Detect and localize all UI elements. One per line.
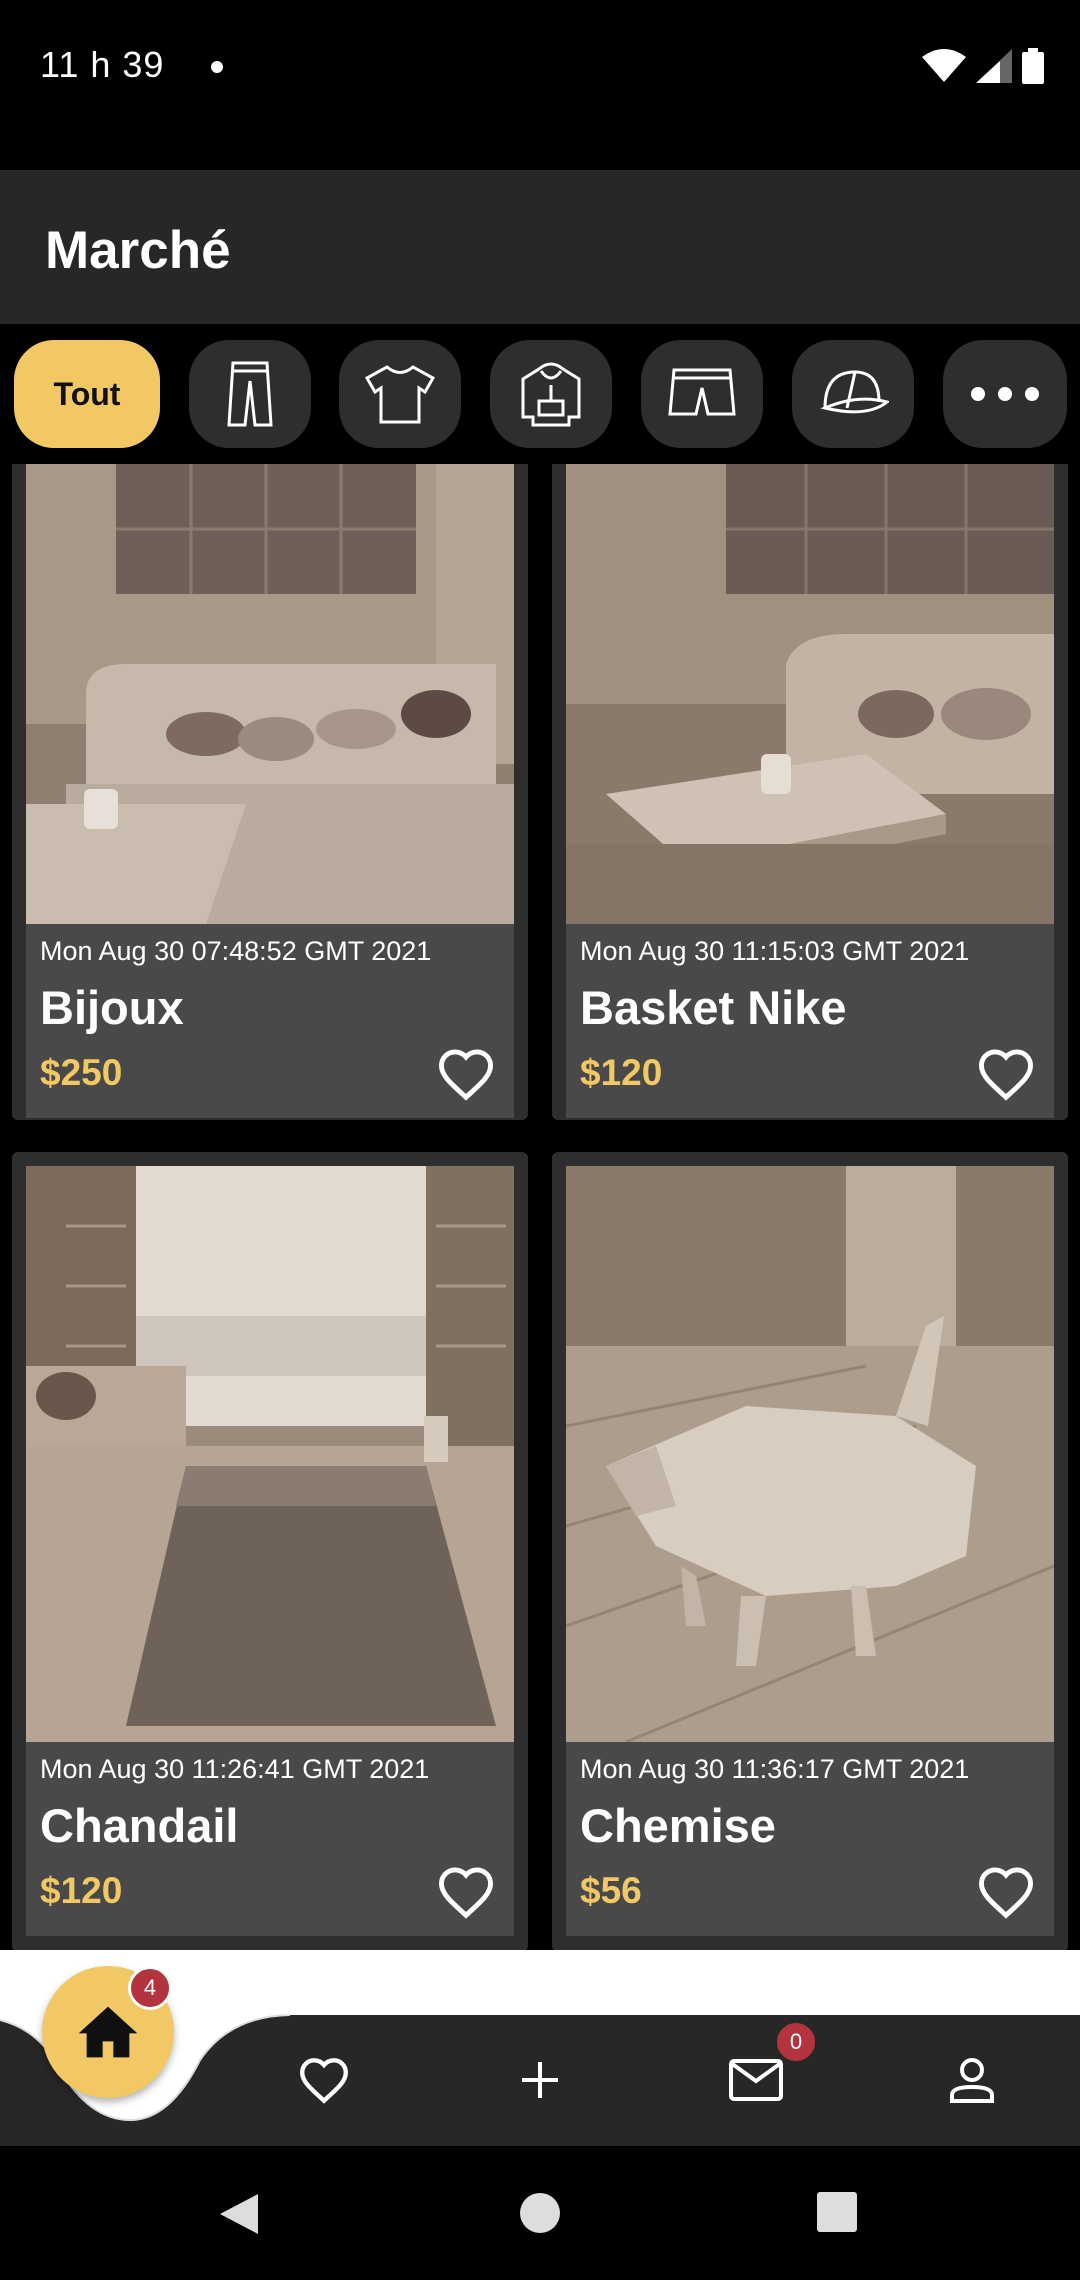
favorite-button[interactable] [974, 1860, 1038, 1924]
hoodie-icon [521, 362, 581, 427]
tshirt-icon [365, 365, 435, 424]
chip-shorts[interactable] [641, 340, 763, 448]
shorts-icon [668, 368, 736, 416]
product-price: $250 [40, 1052, 123, 1093]
heart-outline-icon [438, 1049, 494, 1101]
page-title: Marché [45, 221, 231, 280]
pants-icon [227, 361, 273, 427]
product-card[interactable]: Mon Aug 30 07:48:52 GMT 2021 Bijoux $250 [12, 464, 528, 1120]
more-icon [971, 387, 1039, 401]
chip-tshirt[interactable] [339, 340, 461, 448]
product-name: Basket Nike [580, 981, 847, 1034]
notification-dot-icon [211, 61, 223, 73]
status-time: 11 h 39 [40, 44, 165, 85]
product-price: $120 [580, 1052, 663, 1093]
back-icon[interactable] [218, 2192, 260, 2236]
product-date: Mon Aug 30 07:48:52 GMT 2021 [40, 936, 432, 966]
home-button[interactable]: 4 [42, 1966, 174, 2098]
product-card[interactable]: Mon Aug 30 11:26:41 GMT 2021 Chandail $1… [12, 1152, 528, 1950]
chip-all-label: Tout [53, 375, 121, 412]
product-date: Mon Aug 30 11:15:03 GMT 2021 [580, 936, 970, 966]
product-name: Bijoux [40, 981, 184, 1034]
home-icon [78, 2006, 138, 2058]
product-date: Mon Aug 30 11:36:17 GMT 2021 [580, 1754, 970, 1784]
product-price: $56 [580, 1870, 642, 1911]
category-chips: Tout [0, 324, 1080, 464]
chip-more[interactable] [943, 340, 1067, 448]
heart-outline-icon [438, 1867, 494, 1919]
product-card[interactable]: Mon Aug 30 11:36:17 GMT 2021 Chemise $56 [552, 1152, 1068, 1950]
product-info: Mon Aug 30 11:15:03 GMT 2021 Basket Nike… [566, 924, 1054, 1118]
system-nav-bar [0, 2146, 1080, 2280]
product-image [26, 1166, 514, 1742]
product-grid: Mon Aug 30 07:48:52 GMT 2021 Bijoux $250 [0, 464, 1080, 1950]
plus-icon [522, 2062, 558, 2098]
product-date: Mon Aug 30 11:26:41 GMT 2021 [40, 1754, 430, 1784]
person-icon [950, 2058, 994, 2103]
heart-outline-icon [978, 1049, 1034, 1101]
app-bar: Marché [0, 170, 1080, 324]
product-info: Mon Aug 30 11:36:17 GMT 2021 Chemise $56 [566, 1742, 1054, 1936]
chip-pants[interactable] [189, 340, 311, 448]
product-card[interactable]: Mon Aug 30 11:15:03 GMT 2021 Basket Nike… [552, 464, 1068, 1120]
home-nav-icon[interactable] [519, 2192, 561, 2234]
favorite-button[interactable] [434, 1860, 498, 1924]
battery-icon [1022, 48, 1044, 84]
recents-icon[interactable] [817, 2192, 857, 2232]
product-info: Mon Aug 30 11:26:41 GMT 2021 Chandail $1… [26, 1742, 514, 1936]
product-name: Chandail [40, 1799, 239, 1852]
cap-icon [820, 370, 889, 414]
nav-messages[interactable]: 0 [716, 2020, 818, 2120]
chip-hoodie[interactable] [490, 340, 612, 448]
nav-add[interactable] [500, 2040, 580, 2120]
product-image [566, 1166, 1054, 1742]
messages-badge: 0 [774, 2020, 818, 2064]
heart-outline-icon [299, 2058, 349, 2104]
status-icons [922, 48, 1044, 84]
heart-outline-icon [978, 1867, 1034, 1919]
product-image [26, 464, 514, 924]
favorite-button[interactable] [974, 1042, 1038, 1106]
home-badge: 4 [128, 1966, 172, 2010]
nav-favorites[interactable] [284, 2040, 364, 2120]
product-info: Mon Aug 30 07:48:52 GMT 2021 Bijoux $250 [26, 924, 514, 1118]
product-price: $120 [40, 1870, 123, 1911]
nav-profile[interactable] [932, 2040, 1012, 2120]
product-name: Chemise [580, 1799, 776, 1852]
product-image [566, 464, 1054, 924]
wifi-icon [922, 49, 966, 82]
mail-icon [729, 2059, 783, 2101]
chip-cap[interactable] [792, 340, 914, 448]
chip-all[interactable]: Tout [14, 340, 160, 448]
signal-icon [976, 49, 1012, 83]
favorite-button[interactable] [434, 1042, 498, 1106]
status-bar: 11 h 39 [0, 0, 1080, 170]
